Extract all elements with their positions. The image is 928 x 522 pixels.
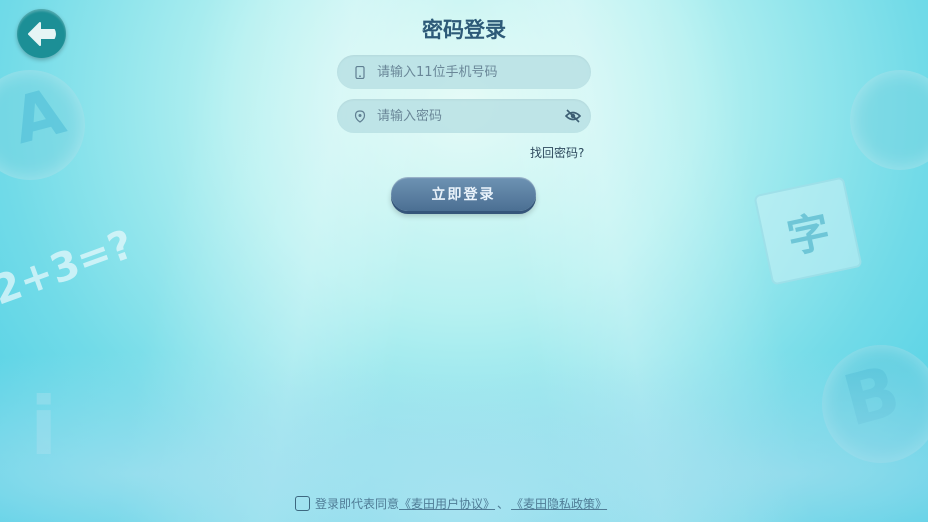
- deco-card-zi: 字: [753, 176, 863, 286]
- user-agreement-link[interactable]: 《麦田用户协议》: [399, 495, 495, 512]
- password-field[interactable]: [337, 99, 591, 133]
- agreement-row: 登录即代表同意 《麦田用户协议》 、 《麦田隐私政策》: [295, 495, 607, 512]
- deco-letter-i: i: [30, 380, 58, 473]
- phone-icon: [353, 65, 367, 79]
- background-clouds: [0, 282, 928, 522]
- agreement-separator: 、: [497, 497, 510, 511]
- phone-field[interactable]: [337, 55, 591, 89]
- eye-off-icon[interactable]: [564, 108, 582, 124]
- phone-input[interactable]: [375, 63, 554, 81]
- agreement-prefix: 登录即代表同意: [315, 497, 400, 511]
- login-button[interactable]: 立即登录: [391, 177, 536, 211]
- deco-circle-right-top: [850, 70, 928, 170]
- deco-char-zi: 字: [782, 205, 835, 263]
- privacy-policy-link[interactable]: 《麦田隐私政策》: [511, 495, 607, 512]
- password-input[interactable]: [375, 107, 554, 125]
- lock-icon: [353, 109, 367, 123]
- forgot-password-link[interactable]: 找回密码?: [530, 144, 584, 161]
- agreement-checkbox[interactable]: [295, 496, 310, 511]
- page-title: 密码登录: [422, 18, 506, 42]
- deco-equation: 2+3=?: [0, 221, 140, 315]
